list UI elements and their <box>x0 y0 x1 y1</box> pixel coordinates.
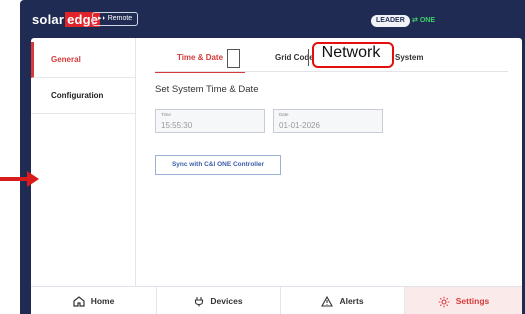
settings-tabs: Time & Date Grid Code Network System <box>135 38 522 73</box>
leader-badge: LEADER <box>371 15 410 27</box>
date-field-value: 01-01-2026 <box>279 121 320 130</box>
sidebar-item-configuration[interactable]: Configuration <box>31 78 135 114</box>
nav-devices-label: Devices <box>210 296 243 306</box>
grid-code-tab-marker <box>227 49 240 68</box>
settings-sidebar: General Configuration <box>31 38 136 286</box>
warning-icon <box>321 296 334 307</box>
nav-devices[interactable]: Devices <box>157 287 281 314</box>
sync-controller-button[interactable]: Sync with C&I ONE Controller <box>155 155 281 175</box>
date-field-label: Date <box>279 112 289 117</box>
one-status: ⇄ ONE <box>412 16 435 26</box>
device-frame: solar edge ▸◗ Remote LEADER ⇄ ONE General… <box>20 0 525 314</box>
time-field-label: Time <box>161 112 171 117</box>
tab-network[interactable]: Network <box>312 42 390 64</box>
logo-solar-text: solar <box>32 12 65 27</box>
nav-home-label: Home <box>90 296 115 306</box>
top-bar: solar edge ▸◗ Remote LEADER ⇄ ONE <box>20 0 525 38</box>
plug-icon <box>195 297 204 307</box>
sync-arrows-icon: ⇄ <box>412 17 420 24</box>
nav-alerts[interactable]: Alerts <box>281 287 405 314</box>
nav-settings-label: Settings <box>455 296 490 306</box>
remote-badge[interactable]: ▸◗ Remote <box>92 12 139 26</box>
gear-icon <box>438 296 449 307</box>
remote-icon: ▸◗ <box>98 15 108 22</box>
home-icon <box>73 296 85 307</box>
tab-system[interactable]: System <box>395 38 423 71</box>
section-title: Set System Time & Date <box>155 84 259 95</box>
nav-home[interactable]: Home <box>31 287 157 314</box>
time-field-value: 15:55:30 <box>161 121 193 130</box>
nav-alerts-label: Alerts <box>339 296 364 306</box>
network-tab-marker <box>308 49 312 66</box>
solaredge-logo: solar edge <box>32 12 101 27</box>
remote-label: Remote <box>107 15 133 22</box>
main-panel: General Configuration Time & Date Grid C… <box>31 38 522 286</box>
tabs-divider <box>155 71 508 72</box>
one-status-label: ONE <box>419 17 435 24</box>
sidebar-item-general[interactable]: General <box>31 42 135 78</box>
time-field[interactable]: Time 15:55:30 <box>155 109 265 133</box>
date-field[interactable]: Date 01-01-2026 <box>273 109 383 133</box>
bottom-navbar: Home Devices Alerts Settings <box>31 286 522 314</box>
nav-settings[interactable]: Settings <box>405 287 522 314</box>
pointer-arrow-icon <box>0 171 39 187</box>
